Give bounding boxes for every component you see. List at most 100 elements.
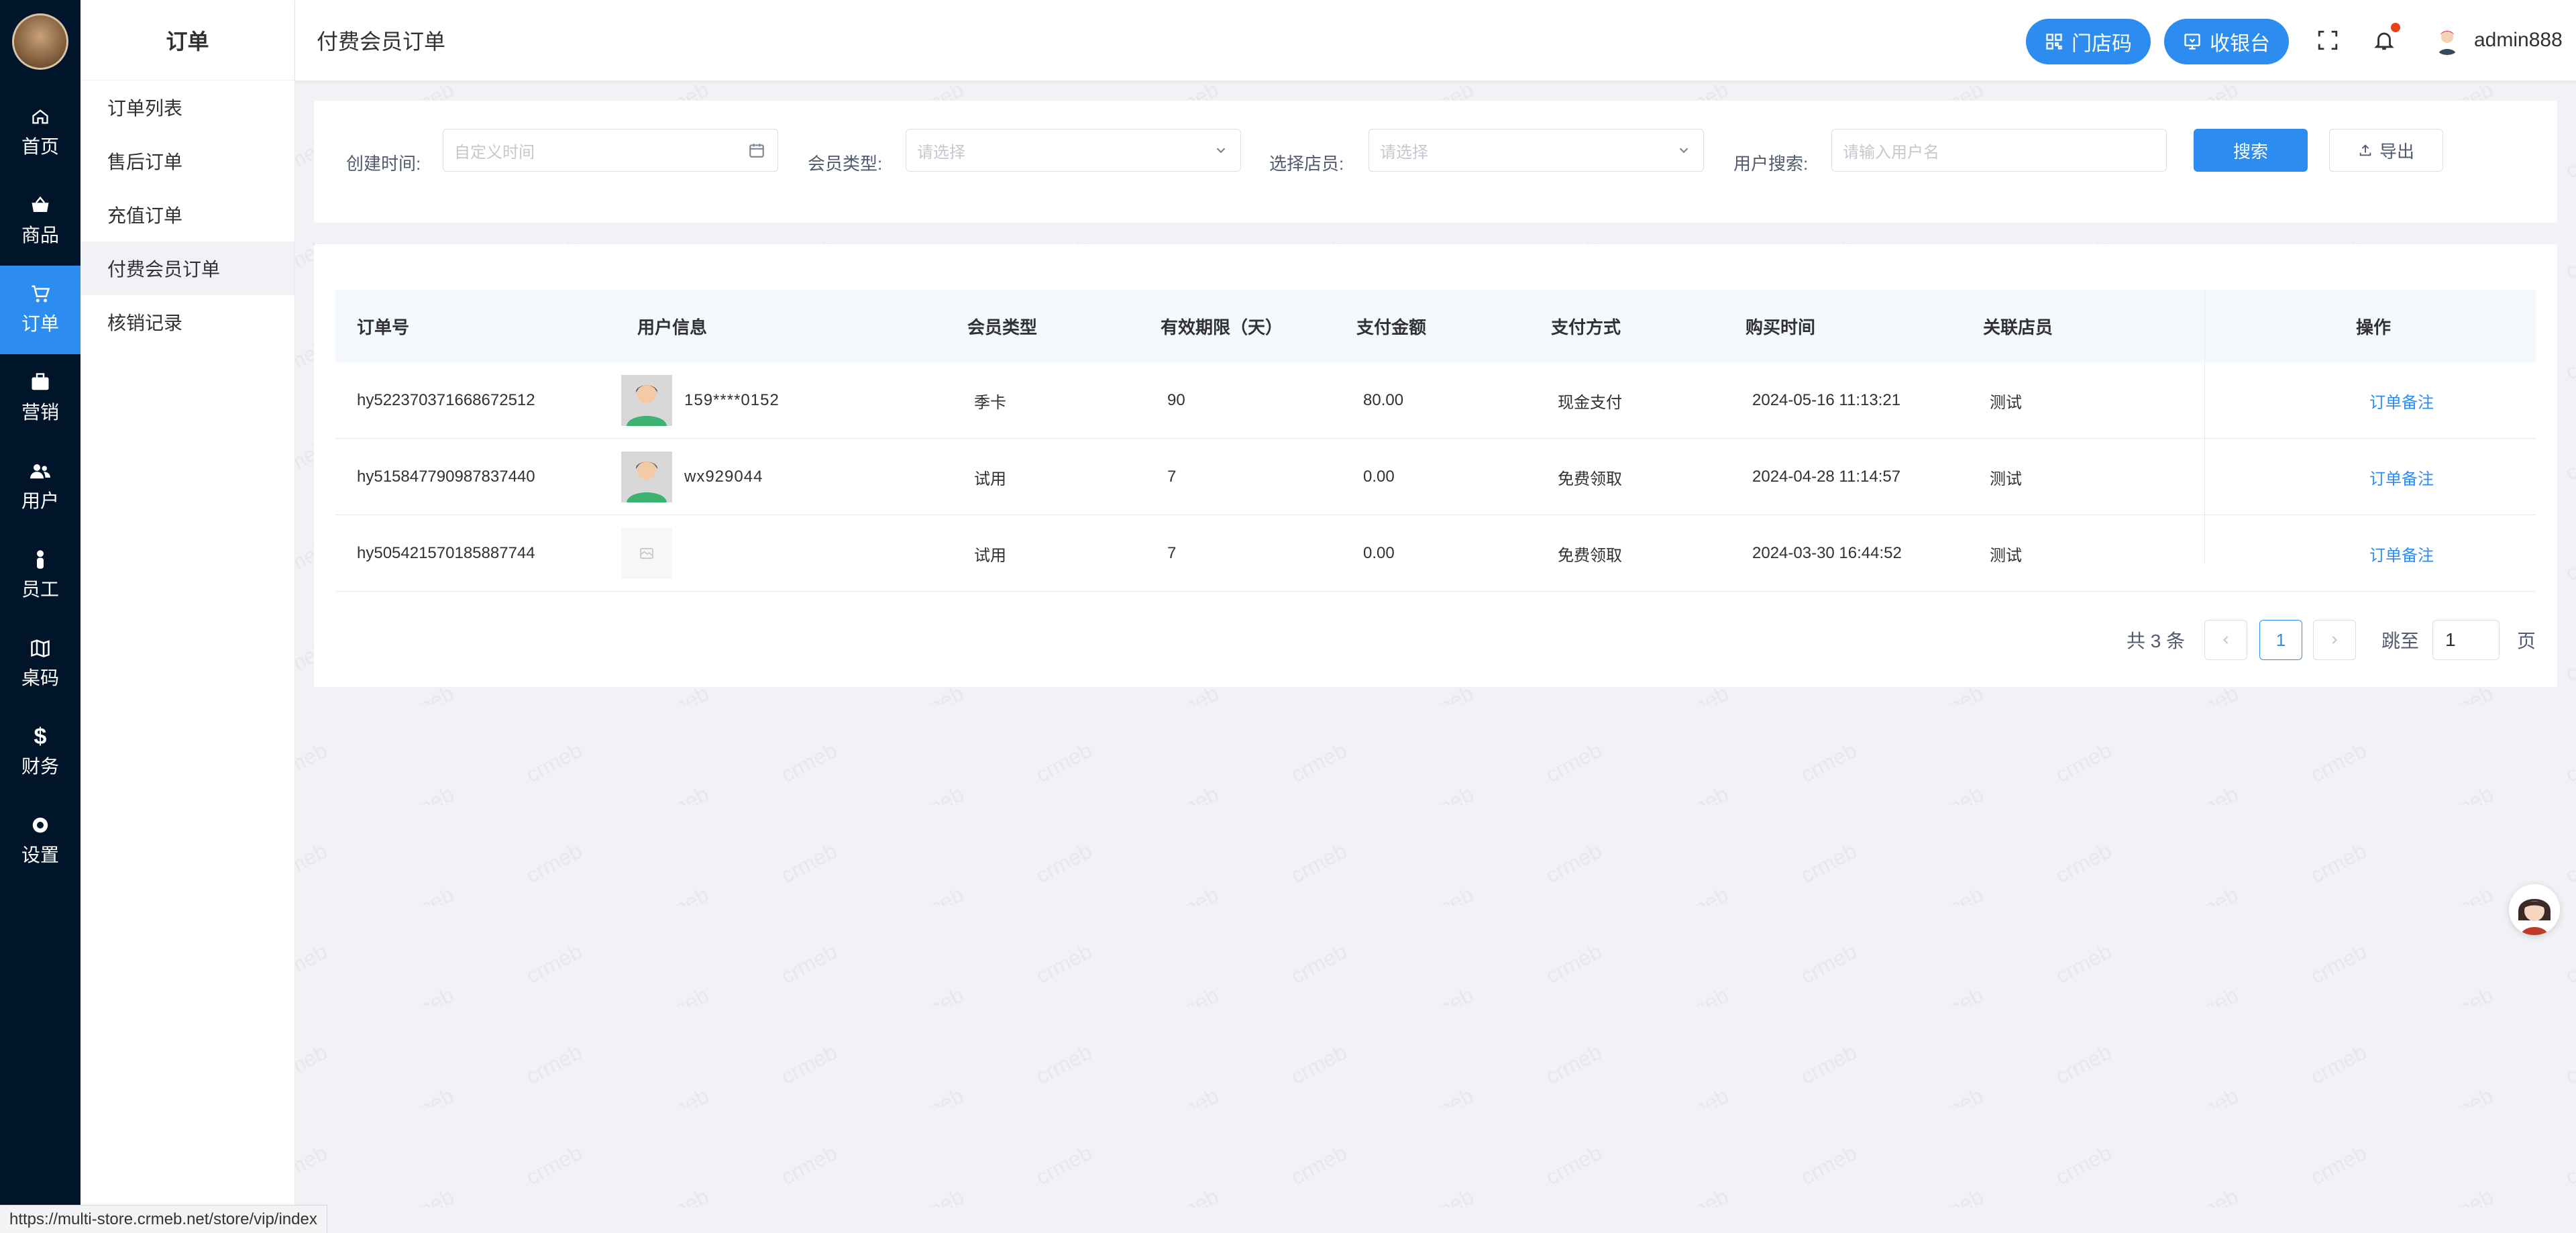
col-valid-days: 有效期限（天） [1161, 317, 1283, 337]
member-type: 试用 [974, 546, 1006, 565]
rail-item-label: 首页 [21, 136, 59, 157]
order-submenu: 订单 订单列表 售后订单 充值订单 付费会员订单 核销记录 [80, 0, 295, 1233]
orders-table-card: 订单号 用户信息 会员类型 有效期限（天） 支付金额 支付方式 购买时间 关联店… [314, 244, 2557, 687]
bell-icon[interactable] [2371, 23, 2400, 54]
admin-username[interactable]: admin888 [2474, 0, 2563, 81]
rail-item-users[interactable]: 用户 [0, 443, 80, 531]
rail-item-label: 订单 [21, 313, 59, 334]
order-remark-link[interactable]: 订单备注 [2369, 362, 2434, 439]
user-search-input[interactable]: 请输入用户名 [1831, 129, 2167, 172]
home-icon [30, 107, 50, 127]
submenu-item-paid-member[interactable]: 付费会员订单 [80, 242, 294, 295]
pay-amount: 80.00 [1363, 391, 1404, 409]
customer-service-avatar[interactable] [2509, 884, 2560, 935]
member-type-label: 会员类型: [808, 153, 883, 174]
broken-image-icon [621, 528, 672, 579]
user-name: 159****0152 [684, 391, 780, 409]
clerk-select[interactable]: 请选择 [1368, 129, 1704, 172]
submenu-item-after-sale[interactable]: 售后订单 [80, 134, 294, 188]
page-title: 付费会员订单 [317, 30, 446, 54]
export-button[interactable]: 导出 [2329, 129, 2443, 172]
map-icon [30, 638, 50, 658]
clerk-name: 测试 [1990, 546, 2022, 565]
rail-item-goods[interactable]: 商品 [0, 177, 80, 266]
export-label: 导出 [2379, 141, 2414, 162]
dollar-icon: $ [34, 723, 47, 749]
next-page-button[interactable] [2313, 620, 2356, 660]
pay-amount: 0.00 [1363, 468, 1395, 486]
chevron-left-icon [2223, 636, 2229, 644]
rail-item-label: 用户 [21, 490, 59, 511]
submenu-item-order-list[interactable]: 订单列表 [80, 81, 294, 134]
rail-item-label: 营销 [21, 402, 59, 423]
person-icon [30, 549, 50, 570]
rail-item-finance[interactable]: $ 财务 [0, 708, 80, 797]
col-member-type: 会员类型 [967, 317, 1038, 337]
rail-item-orders[interactable]: 订单 [0, 266, 80, 354]
col-user-info: 用户信息 [637, 317, 708, 337]
order-remark-link[interactable]: 订单备注 [2369, 515, 2434, 592]
fullscreen-icon[interactable] [2314, 27, 2341, 54]
col-clerk: 关联店员 [1983, 317, 2053, 337]
page-number-button[interactable]: 1 [2259, 620, 2302, 660]
chevron-down-icon [1214, 129, 1228, 171]
table-row: hy515847790987837440 wx929044 试用 7 0.00 … [335, 439, 2536, 515]
valid-days: 90 [1167, 391, 1185, 409]
rail-item-label: 商品 [21, 225, 59, 246]
pay-method: 免费领取 [1558, 546, 1622, 565]
col-amount: 支付金额 [1356, 317, 1427, 337]
upload-icon [2359, 144, 2371, 156]
basket-icon [30, 195, 50, 215]
rail-item-settings[interactable]: 设置 [0, 797, 80, 886]
table-header: 订单号 用户信息 会员类型 有效期限（天） 支付金额 支付方式 购买时间 关联店… [335, 290, 2536, 362]
gear-icon [30, 815, 50, 835]
qrcode-icon [2046, 34, 2062, 50]
submenu-item-recharge[interactable]: 充值订单 [80, 188, 294, 242]
pay-amount: 0.00 [1363, 544, 1395, 562]
rail-item-home[interactable]: 首页 [0, 89, 80, 177]
create-time-label: 创建时间: [346, 153, 421, 174]
order-no: hy522370371668672512 [357, 391, 535, 409]
top-header: 付费会员订单 门店码 收银台 admin888 [295, 0, 2576, 81]
member-type: 季卡 [974, 393, 1006, 412]
create-time-picker[interactable]: 自定义时间 [443, 129, 778, 172]
create-time-placeholder: 自定义时间 [454, 143, 535, 162]
cashier-button[interactable]: 收银台 [2164, 19, 2289, 64]
rail-item-staff[interactable]: 员工 [0, 531, 80, 620]
order-remark-link[interactable]: 订单备注 [2369, 439, 2434, 515]
filter-panel: 创建时间: 自定义时间 会员类型: 请选择 选择店员: 请选择 用户搜索: 请输… [314, 101, 2557, 223]
member-type: 试用 [974, 470, 1006, 488]
prev-page-button[interactable] [2204, 620, 2247, 660]
jump-page-input[interactable]: 1 [2432, 620, 2500, 660]
rail-item-table-code[interactable]: 桌码 [0, 620, 80, 708]
buy-time: 2024-03-30 16:44:52 [1752, 544, 1902, 562]
rail-item-label: 财务 [21, 756, 59, 777]
col-action: 操作 [2356, 317, 2392, 337]
clerk-name: 测试 [1990, 393, 2022, 412]
rail-item-label: 设置 [21, 845, 59, 865]
cashier-label: 收银台 [2210, 33, 2270, 55]
clerk-label: 选择店员: [1269, 153, 1344, 174]
search-button[interactable]: 搜索 [2194, 129, 2308, 172]
admin-avatar[interactable] [2432, 25, 2462, 55]
cart-icon [30, 284, 50, 304]
clerk-placeholder: 请选择 [1380, 143, 1428, 162]
rail-item-label: 桌码 [21, 667, 59, 688]
order-no: hy505421570185887744 [357, 544, 535, 562]
clerk-name: 测试 [1990, 470, 2022, 488]
users-icon [30, 461, 50, 481]
calendar-icon [748, 129, 765, 171]
submenu-item-verify-record[interactable]: 核销记录 [80, 295, 294, 349]
status-bar-url: https://multi-store.crmeb.net/store/vip/… [0, 1205, 327, 1233]
store-logo[interactable] [12, 13, 68, 70]
member-type-select[interactable]: 请选择 [906, 129, 1241, 172]
rail-item-marketing[interactable]: 营销 [0, 354, 80, 443]
submenu-title: 订单 [80, 0, 294, 81]
order-no: hy515847790987837440 [357, 468, 535, 486]
notification-dot [2391, 23, 2400, 32]
monitor-icon [2184, 34, 2200, 50]
user-search-label: 用户搜索: [1733, 153, 1809, 174]
pay-method: 免费领取 [1558, 470, 1622, 488]
jump-label: 跳至 [2381, 631, 2420, 651]
store-code-button[interactable]: 门店码 [2026, 19, 2151, 64]
